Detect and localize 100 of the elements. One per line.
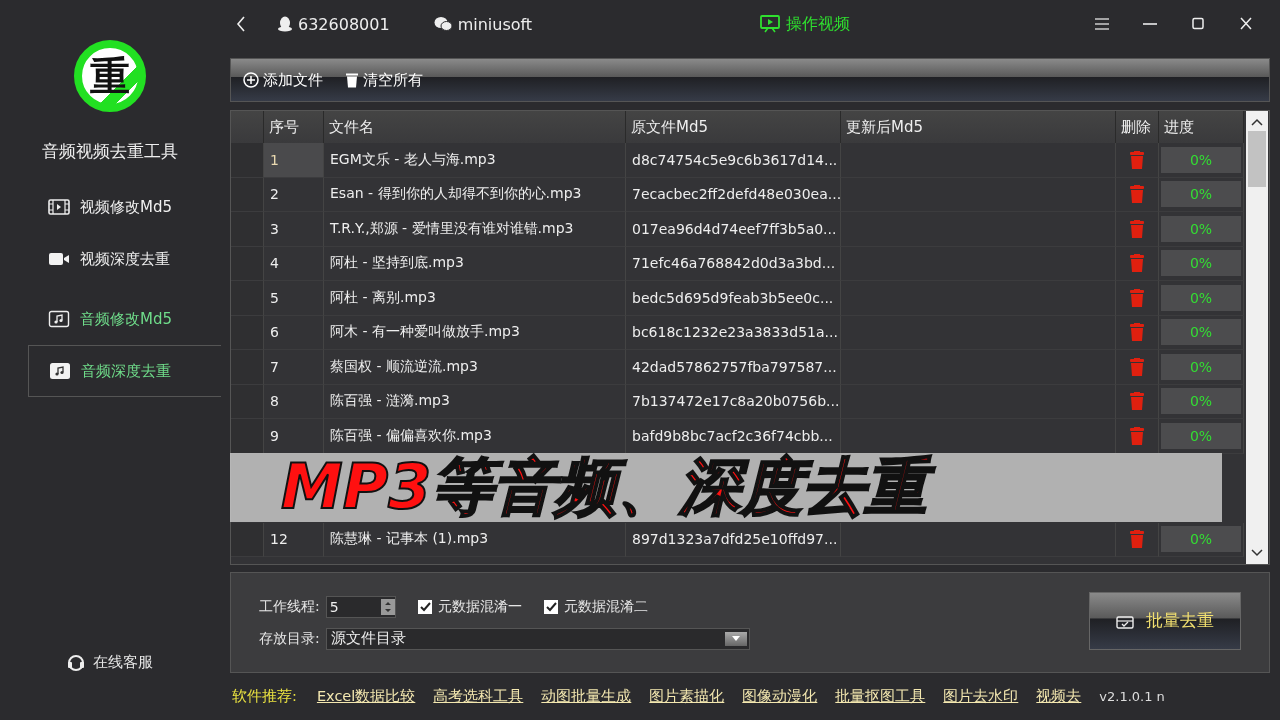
progress-bar: 0% <box>1161 181 1241 208</box>
sidebar-item[interactable]: 视频深度去重 <box>0 233 220 285</box>
software-link[interactable]: 动图批量生成 <box>541 686 632 706</box>
support-link[interactable]: 在线客服 <box>0 653 220 672</box>
directory-label: 存放目录: <box>259 629 320 648</box>
tutorial-video-link[interactable]: 操作视频 <box>760 13 851 35</box>
md5-cell: 017ea96d4d74eef7ff3b5a0... <box>626 212 841 247</box>
trash-icon[interactable] <box>1129 530 1145 549</box>
sidebar-item[interactable]: 音频修改Md5 <box>0 293 220 345</box>
software-link[interactable]: 图像动漫化 <box>742 686 818 706</box>
row-number-cell: 6 <box>264 315 324 350</box>
trash-icon[interactable] <box>1129 357 1145 376</box>
chevron-up-icon[interactable] <box>1251 117 1263 127</box>
column-header: 更新后Md5 <box>841 111 1116 143</box>
batch-dedupe-button[interactable]: 批量去重 <box>1089 591 1241 650</box>
row-header-cell[interactable] <box>231 281 264 316</box>
maximize-icon <box>1190 17 1206 31</box>
row-header-cell[interactable] <box>231 143 264 178</box>
row-number-cell: 5 <box>264 281 324 316</box>
file-name-cell: EGM文乐 - 老人与海.mp3 <box>324 143 626 178</box>
threads-label: 工作线程: <box>259 597 320 616</box>
chevron-down-icon[interactable] <box>1251 548 1263 558</box>
row-number-cell: 4 <box>264 246 324 281</box>
software-link[interactable]: 图片素描化 <box>649 686 725 706</box>
row-number-cell: 8 <box>264 384 324 419</box>
scrollbar-thumb[interactable] <box>1248 131 1266 187</box>
row-header-cell[interactable] <box>231 384 264 419</box>
checkbox-label: 元数据混淆二 <box>563 597 648 616</box>
music-note-icon <box>48 310 70 328</box>
app-logo: 重 <box>74 40 146 112</box>
check-icon <box>418 600 431 613</box>
row-number-cell: 7 <box>264 350 324 385</box>
plus-circle-icon <box>243 72 259 88</box>
checkbox[interactable] <box>543 599 558 614</box>
film-icon <box>48 198 70 216</box>
scrollbar[interactable] <box>1246 111 1268 564</box>
software-link[interactable]: Excel数据比较 <box>316 686 416 706</box>
trash-icon[interactable] <box>1129 219 1145 238</box>
progress-bar: 0% <box>1161 353 1241 380</box>
row-number-cell: 3 <box>264 212 324 247</box>
sidebar-item[interactable]: 音频深度去重 <box>28 345 221 397</box>
trash-icon[interactable] <box>1129 323 1145 342</box>
file-name-cell: 阿杜 - 离别.mp3 <box>324 281 626 316</box>
row-header-cell[interactable] <box>231 350 264 385</box>
chat-bubbles-icon <box>433 16 452 32</box>
add-file-button[interactable]: 添加文件 <box>243 70 323 90</box>
trash-icon[interactable] <box>1129 426 1145 445</box>
software-link[interactable]: 高考选科工具 <box>433 686 524 706</box>
app-title: 音频视频去重工具 <box>41 140 179 163</box>
progress-bar: 0% <box>1161 215 1241 242</box>
trash-icon[interactable] <box>1129 254 1145 273</box>
software-link[interactable]: 视频去 <box>1036 686 1082 706</box>
checkbox-label: 元数据混淆一 <box>437 597 522 616</box>
directory-dropdown[interactable]: 源文件目录 <box>325 627 750 650</box>
column-header: 删除 <box>1116 111 1159 143</box>
trash-icon[interactable] <box>1129 185 1145 204</box>
progress-bar: 0% <box>1161 250 1241 277</box>
progress-bar: 0% <box>1161 526 1241 553</box>
md5-cell: 7b137472e17c8a20b0756b... <box>626 384 841 419</box>
md5-cell: bedc5d695d9feab3b5ee0c... <box>626 281 841 316</box>
progress-bar: 0% <box>1161 388 1241 415</box>
progress-bar: 0% <box>1161 319 1241 346</box>
row-header-cell[interactable] <box>231 522 264 557</box>
md5-cell: 71efc46a768842d0d3a3bd... <box>626 246 841 281</box>
clear-all-button[interactable]: 清空所有 <box>345 70 423 90</box>
software-link[interactable]: 批量抠图工具 <box>835 686 926 706</box>
wechat-contact: miniusoft <box>433 14 533 34</box>
screen-play-icon <box>760 15 781 33</box>
sidebar-item[interactable]: 视频修改Md5 <box>0 181 220 233</box>
file-name-cell: T.R.Y.,郑源 - 爱情里没有谁对谁错.mp3 <box>324 212 626 247</box>
row-header-cell[interactable] <box>231 419 264 454</box>
threads-spinner[interactable]: 5 <box>325 595 396 618</box>
column-header: 进度 <box>1159 111 1244 143</box>
software-link[interactable]: 图片去水印 <box>943 686 1019 706</box>
trash-icon <box>345 72 359 88</box>
progress-bar: 0% <box>1161 146 1241 173</box>
row-header-cell[interactable] <box>231 315 264 350</box>
version-text: v2.1.0.1 n <box>1099 688 1165 704</box>
checkbox[interactable] <box>417 599 432 614</box>
column-header: 原文件Md5 <box>626 111 841 143</box>
music-note-icon <box>49 362 71 380</box>
qq-contact: 632608001 <box>278 14 390 34</box>
close-icon <box>1238 17 1254 31</box>
column-header: 文件名 <box>324 111 626 143</box>
md5-cell: d8c74754c5e9c6b3617d14... <box>626 143 841 178</box>
spinner-arrows-icon[interactable] <box>380 598 395 615</box>
trash-icon[interactable] <box>1129 150 1145 169</box>
row-number-cell: 1 <box>264 143 324 178</box>
headset-icon <box>67 653 85 672</box>
md5-cell: bc618c1232e23a3833d51a... <box>626 315 841 350</box>
file-name-cell: 蔡国权 - 顺流逆流.mp3 <box>324 350 626 385</box>
row-header-cell[interactable] <box>231 246 264 281</box>
trash-icon[interactable] <box>1129 288 1145 307</box>
row-header-cell[interactable] <box>231 177 264 212</box>
progress-bar: 0% <box>1161 284 1241 311</box>
trash-icon[interactable] <box>1129 392 1145 411</box>
caret-down-icon <box>731 636 740 641</box>
file-name-cell: Esan - 得到你的人却得不到你的心.mp3 <box>324 177 626 212</box>
file-name-cell: 陈百强 - 涟漪.mp3 <box>324 384 626 419</box>
row-header-cell[interactable] <box>231 212 264 247</box>
